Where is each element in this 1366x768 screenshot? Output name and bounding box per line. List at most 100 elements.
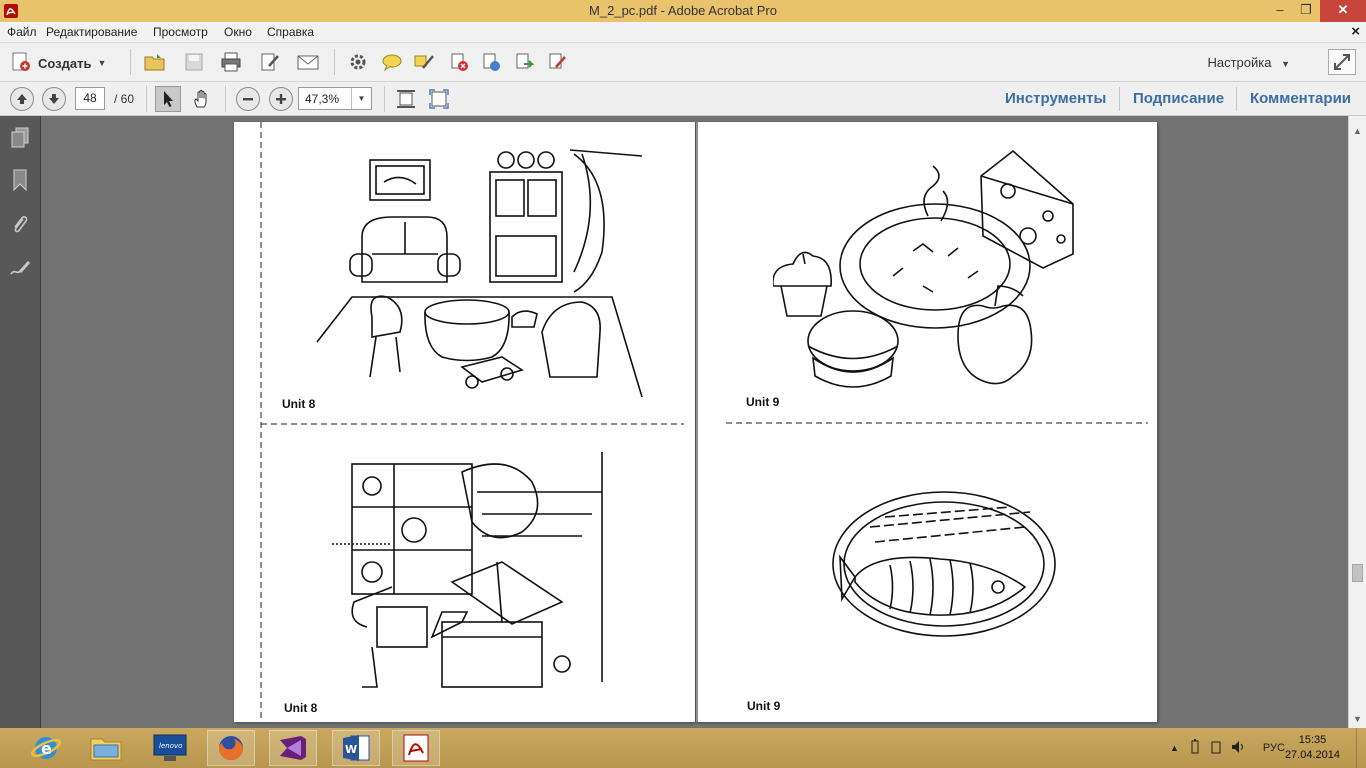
main-toolbar: Создать ▼ Настройка ▼ (0, 43, 1366, 82)
toolbar-separator (334, 49, 335, 75)
page-number-input[interactable]: 48 (75, 87, 105, 110)
close-document-button[interactable]: × (1351, 23, 1360, 40)
visual-studio-icon[interactable] (269, 730, 317, 766)
page-thumbnails-icon (11, 127, 29, 148)
next-page-button[interactable] (42, 87, 66, 111)
sign-document-icon (549, 53, 566, 69)
svg-text:e: e (41, 739, 52, 758)
window-title: M_2_pc.pdf - Adobe Acrobat Pro (589, 3, 777, 18)
extract-document-icon (516, 53, 534, 69)
expand-arrows-icon (1334, 54, 1350, 70)
lenovo-icon[interactable]: lenovo (146, 730, 194, 766)
sign-pane-link[interactable]: Подписание (1133, 90, 1224, 107)
system-tray: ▲ РУС (1170, 728, 1285, 768)
navigation-toolbar: 48 / 60 47,3% ▼ Инструменты Подписание К… (0, 82, 1366, 116)
customize-dropdown[interactable]: Настройка ▼ (1207, 55, 1290, 70)
select-tool-button[interactable] (155, 86, 181, 112)
menu-edit[interactable]: Редактирование (46, 25, 137, 39)
toolbar-separator (130, 49, 131, 75)
living-room-illustration (316, 149, 643, 397)
gear-icon (350, 54, 366, 70)
word-icon[interactable]: W (332, 730, 380, 766)
comment-button[interactable] (380, 51, 404, 73)
hand-icon (194, 89, 207, 108)
paperclip-icon (14, 215, 28, 233)
menu-file[interactable]: Файл (7, 25, 37, 39)
customize-label: Настройка (1207, 55, 1272, 70)
minimize-button[interactable]: ‒ (1266, 0, 1294, 22)
insert-document-icon (483, 53, 500, 71)
page-thumbnails-button[interactable] (8, 126, 32, 150)
close-button[interactable]: ✕ (1320, 0, 1366, 22)
chevron-down-icon: ▼ (97, 58, 107, 68)
delete-pages-button[interactable] (447, 51, 471, 73)
pane-separator (1119, 87, 1120, 111)
power-icon[interactable] (1189, 738, 1201, 758)
restore-button[interactable]: ❐ (1292, 0, 1320, 22)
volume-icon[interactable] (1231, 740, 1247, 757)
attachments-button[interactable] (8, 212, 32, 236)
edit-button[interactable] (258, 51, 282, 73)
fit-page-button[interactable] (426, 86, 452, 112)
unit-label: Unit 8 (284, 701, 318, 715)
show-desktop-button[interactable] (1356, 728, 1366, 768)
menu-view[interactable]: Просмотр (153, 25, 208, 39)
chevron-down-icon[interactable]: ▼ (351, 88, 371, 109)
menu-bar: Файл Редактирование Просмотр Окно Справк… (0, 22, 1366, 43)
signatures-button[interactable] (8, 256, 32, 280)
acrobat-icon[interactable] (392, 730, 440, 766)
email-button[interactable] (296, 51, 320, 73)
edit-document-icon (261, 53, 279, 71)
create-button-label: Создать (38, 55, 92, 71)
clock[interactable]: 15:35 27.04.2014 (1285, 733, 1340, 763)
zoom-in-button[interactable] (269, 87, 293, 111)
file-explorer-icon[interactable] (82, 730, 130, 766)
open-folder-icon (144, 54, 165, 71)
pdf-page-right: Unit 9 Unit 9 (696, 122, 1157, 722)
print-button[interactable] (219, 51, 243, 73)
internet-explorer-icon[interactable]: e (22, 730, 70, 766)
clock-date: 27.04.2014 (1284, 749, 1340, 761)
svg-text:lenovo: lenovo (159, 742, 182, 750)
create-button[interactable]: Создать ▼ (10, 51, 106, 75)
unit-label: Unit 8 (282, 397, 316, 411)
scroll-down-icon[interactable]: ▼ (1353, 714, 1362, 724)
printer-icon (221, 52, 241, 72)
menu-help[interactable]: Справка (267, 25, 314, 39)
document-view[interactable]: Unit 8 Unit 8 Unit 9 Unit 9 (41, 116, 1348, 728)
save-button[interactable] (182, 51, 206, 73)
scrollbar-thumb[interactable] (1352, 564, 1363, 582)
zoom-level-value: 47,3% (305, 92, 340, 106)
insert-pages-button[interactable] (479, 51, 503, 73)
plus-icon (276, 94, 286, 104)
toolbar-separator (225, 86, 226, 112)
network-icon[interactable] (1211, 739, 1221, 758)
highlight-button[interactable] (412, 51, 436, 73)
arrow-up-icon (17, 94, 27, 104)
sign-document-button[interactable] (545, 51, 569, 73)
tools-pane-link[interactable]: Инструменты (1005, 90, 1106, 107)
previous-page-button[interactable] (10, 87, 34, 111)
cursor-arrow-icon (164, 91, 173, 107)
zoom-level-select[interactable]: 47,3% ▼ (298, 87, 372, 110)
show-hidden-icons-icon[interactable]: ▲ (1170, 743, 1179, 753)
extract-pages-button[interactable] (512, 51, 536, 73)
create-pdf-icon (10, 51, 32, 76)
hand-tool-button[interactable] (188, 86, 214, 112)
fit-width-button[interactable] (393, 86, 419, 112)
full-screen-button[interactable] (1328, 49, 1356, 75)
bookmarks-button[interactable] (8, 168, 32, 192)
zoom-out-button[interactable] (236, 87, 260, 111)
unit-label: Unit 9 (746, 395, 780, 409)
comments-pane-link[interactable]: Комментарии (1250, 90, 1351, 107)
open-folder-button[interactable] (143, 51, 167, 73)
firefox-icon[interactable] (207, 730, 255, 766)
input-language[interactable]: РУС (1263, 742, 1285, 754)
signature-pen-icon (10, 260, 31, 275)
vertical-scrollbar[interactable]: ▲ ▼ (1348, 116, 1366, 728)
settings-button[interactable] (346, 51, 370, 73)
minus-icon (243, 98, 253, 101)
menu-window[interactable]: Окно (224, 25, 252, 39)
scroll-up-icon[interactable]: ▲ (1353, 126, 1362, 136)
windows-taskbar: e lenovo W ▲ РУС 15:35 27.04.2014 (0, 728, 1366, 768)
